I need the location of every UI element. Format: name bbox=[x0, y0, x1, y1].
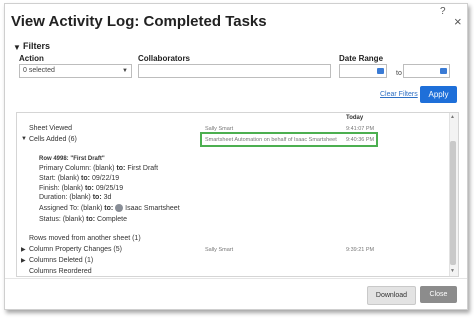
clear-filters-link[interactable]: Clear Filters bbox=[380, 91, 418, 98]
detail-to: Complete bbox=[97, 216, 127, 223]
detail-to-word: to: bbox=[92, 194, 102, 201]
expand-icon[interactable]: ▶ bbox=[21, 246, 26, 253]
detail-from: (blank) bbox=[93, 165, 115, 172]
scroll-up-icon[interactable]: ▲ bbox=[450, 114, 455, 120]
detail-finish: Finish: (blank) to: 09/25/19 bbox=[39, 185, 123, 192]
calendar-icon[interactable] bbox=[440, 68, 447, 74]
apply-button[interactable]: Apply bbox=[420, 86, 457, 103]
date-from-input[interactable] bbox=[339, 64, 387, 78]
close-button[interactable]: Close bbox=[420, 286, 457, 303]
detail-duration: Duration: (blank) to: 3d bbox=[39, 194, 111, 201]
detail-to: First Draft bbox=[127, 165, 159, 172]
detail-to-word: to: bbox=[86, 216, 96, 223]
detail-label: Duration: bbox=[39, 194, 68, 201]
date-to-input[interactable] bbox=[403, 64, 450, 78]
log-row-cells-added[interactable]: ▼ Cells Added (6) Smartsheet Automation … bbox=[17, 136, 449, 146]
log-row-collaborator: Sally Smart bbox=[205, 247, 234, 253]
detail-to-word: to: bbox=[104, 204, 114, 212]
collapse-icon[interactable]: ▼ bbox=[21, 136, 27, 142]
date-range-label: Date Range bbox=[339, 54, 384, 63]
log-row-name: Column Property Changes (5) bbox=[29, 246, 122, 253]
log-row-time: 9:40:36 PM bbox=[346, 137, 375, 143]
collaborators-input[interactable] bbox=[138, 64, 331, 78]
log-row-collaborator: Smartsheet Automation on behalf of Isaac… bbox=[205, 137, 337, 143]
detail-from: (blank) bbox=[80, 204, 103, 212]
expand-icon[interactable]: ▶ bbox=[21, 257, 26, 264]
scrollbar-thumb[interactable] bbox=[450, 141, 456, 265]
scroll-down-icon[interactable]: ▼ bbox=[450, 268, 455, 274]
detail-to-word: to: bbox=[116, 165, 126, 172]
log-row-name: Cells Added (6) bbox=[29, 136, 77, 143]
today-header: Today bbox=[346, 115, 364, 121]
detail-from: (blank) bbox=[62, 216, 85, 223]
detail-to: Isaac Smartsheet bbox=[125, 204, 180, 212]
log-row-name: Columns Reordered bbox=[29, 268, 92, 275]
detail-to: 09/22/19 bbox=[91, 175, 120, 182]
detail-from: (blank) bbox=[61, 185, 83, 192]
log-row-time: 9:39:21 PM bbox=[346, 247, 375, 253]
download-button[interactable]: Download bbox=[367, 286, 416, 305]
detail-to: 3d bbox=[103, 194, 112, 201]
calendar-icon[interactable] bbox=[377, 68, 384, 74]
detail-to-word: to: bbox=[84, 185, 94, 192]
detail-to: 09/25/19 bbox=[95, 185, 124, 192]
footer-divider bbox=[5, 278, 467, 279]
filters-heading[interactable]: Filters bbox=[23, 41, 50, 51]
activity-log-dialog: View Activity Log: Completed Tasks ? × ▼… bbox=[4, 3, 468, 310]
date-to-label: to bbox=[396, 70, 402, 77]
collapse-filters-icon[interactable]: ▼ bbox=[13, 43, 21, 52]
detail-row-title: Row 4998: "First Draft" bbox=[39, 156, 105, 162]
detail-status: Status: (blank) to: Complete bbox=[39, 216, 127, 223]
activity-log-list: Today Sheet Viewed Sally Smart 9:41:07 P… bbox=[16, 112, 459, 277]
detail-assigned-to: Assigned To: (blank) to: Isaac Smartshee… bbox=[39, 204, 180, 212]
help-icon[interactable]: ? bbox=[440, 6, 446, 17]
close-icon[interactable]: × bbox=[454, 14, 462, 29]
action-select[interactable]: 0 selected ▼ bbox=[19, 64, 132, 78]
detail-label: Status: bbox=[39, 216, 61, 223]
detail-label: Assigned To: bbox=[39, 204, 79, 212]
detail-from: (blank) bbox=[69, 194, 91, 201]
collaborators-label: Collaborators bbox=[138, 54, 191, 63]
log-row-name: Sheet Viewed bbox=[29, 125, 73, 132]
log-row-name: Columns Deleted (1) bbox=[29, 257, 94, 264]
dialog-title: View Activity Log: Completed Tasks bbox=[11, 13, 267, 30]
log-row-column-property-changes[interactable]: ▶ Column Property Changes (5) Sally Smar… bbox=[17, 246, 449, 256]
detail-to-word: to: bbox=[81, 175, 90, 182]
log-row-columns-reordered[interactable]: Columns Reordered bbox=[17, 268, 449, 276]
detail-label: Start: bbox=[39, 175, 56, 182]
chevron-down-icon: ▼ bbox=[122, 68, 128, 74]
log-row-columns-deleted[interactable]: ▶ Columns Deleted (1) bbox=[17, 257, 449, 267]
rows-moved-item[interactable]: Rows moved from another sheet (1) bbox=[29, 235, 141, 242]
detail-start: Start: (blank) to: 09/22/19 bbox=[39, 175, 119, 182]
action-select-value: 0 selected bbox=[23, 67, 55, 74]
detail-label: Finish: bbox=[39, 185, 60, 192]
detail-primary-column: Primary Column: (blank) to: First Draft bbox=[39, 165, 158, 172]
detail-from: (blank) bbox=[57, 175, 80, 182]
avatar bbox=[115, 204, 124, 212]
detail-label: Primary Column: bbox=[39, 165, 92, 172]
action-label: Action bbox=[19, 54, 44, 63]
